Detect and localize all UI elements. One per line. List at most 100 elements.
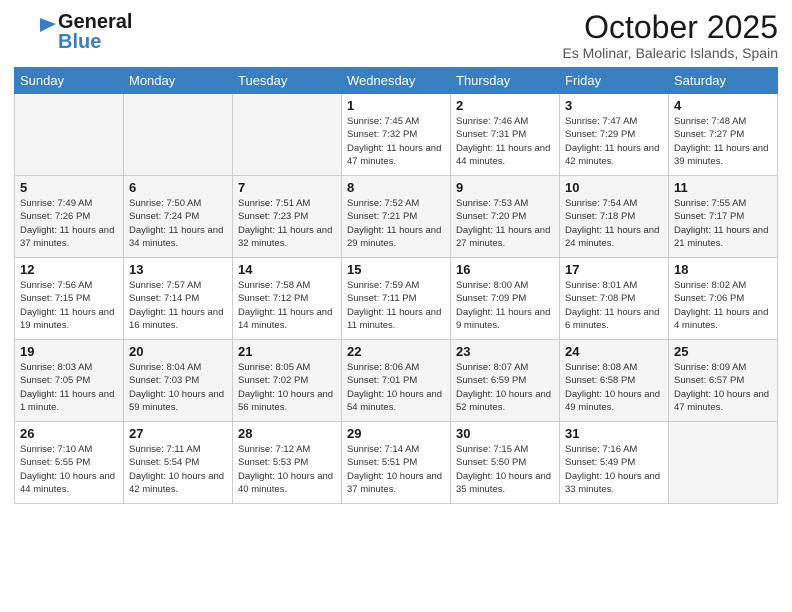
day-info: Sunrise: 8:02 AM Sunset: 7:06 PM Dayligh… [674, 279, 772, 332]
day-info: Sunrise: 8:07 AM Sunset: 6:59 PM Dayligh… [456, 361, 554, 414]
day-number: 2 [456, 98, 554, 113]
calendar-week-row: 12 Sunrise: 7:56 AM Sunset: 7:15 PM Dayli… [15, 258, 778, 340]
day-info: Sunrise: 8:08 AM Sunset: 6:58 PM Dayligh… [565, 361, 663, 414]
day-number: 31 [565, 426, 663, 441]
table-row: 2 Sunrise: 7:46 AM Sunset: 7:31 PM Daylig… [451, 94, 560, 176]
day-info: Sunrise: 7:54 AM Sunset: 7:18 PM Dayligh… [565, 197, 663, 250]
day-number: 18 [674, 262, 772, 277]
day-number: 17 [565, 262, 663, 277]
table-row: 12 Sunrise: 7:56 AM Sunset: 7:15 PM Dayli… [15, 258, 124, 340]
table-row: 25 Sunrise: 8:09 AM Sunset: 6:57 PM Dayli… [669, 340, 778, 422]
logo-general-text: General [58, 12, 132, 32]
day-number: 12 [20, 262, 118, 277]
calendar-week-row: 5 Sunrise: 7:49 AM Sunset: 7:26 PM Daylig… [15, 176, 778, 258]
th-friday: Friday [560, 68, 669, 94]
table-row [15, 94, 124, 176]
day-number: 24 [565, 344, 663, 359]
day-info: Sunrise: 7:47 AM Sunset: 7:29 PM Dayligh… [565, 115, 663, 168]
table-row: 24 Sunrise: 8:08 AM Sunset: 6:58 PM Dayli… [560, 340, 669, 422]
logo: General Blue [14, 10, 132, 54]
th-monday: Monday [124, 68, 233, 94]
calendar-week-row: 19 Sunrise: 8:03 AM Sunset: 7:05 PM Dayli… [15, 340, 778, 422]
day-info: Sunrise: 7:45 AM Sunset: 7:32 PM Dayligh… [347, 115, 445, 168]
th-saturday: Saturday [669, 68, 778, 94]
day-number: 19 [20, 344, 118, 359]
calendar-table: Sunday Monday Tuesday Wednesday Thursday… [14, 67, 778, 504]
th-thursday: Thursday [451, 68, 560, 94]
day-number: 5 [20, 180, 118, 195]
table-row: 26 Sunrise: 7:10 AM Sunset: 5:55 PM Dayli… [15, 422, 124, 504]
table-row: 14 Sunrise: 7:58 AM Sunset: 7:12 PM Dayli… [233, 258, 342, 340]
day-info: Sunrise: 8:00 AM Sunset: 7:09 PM Dayligh… [456, 279, 554, 332]
day-number: 13 [129, 262, 227, 277]
day-number: 9 [456, 180, 554, 195]
day-number: 7 [238, 180, 336, 195]
table-row [233, 94, 342, 176]
day-number: 22 [347, 344, 445, 359]
table-row: 8Sunrise: 7:52 AM Sunset: 7:21 PM Daylig… [342, 176, 451, 258]
day-info: Sunrise: 7:53 AM Sunset: 7:20 PM Dayligh… [456, 197, 554, 250]
table-row [124, 94, 233, 176]
table-row: 11 Sunrise: 7:55 AM Sunset: 7:17 PM Dayli… [669, 176, 778, 258]
day-number: 25 [674, 344, 772, 359]
table-row: 5 Sunrise: 7:49 AM Sunset: 7:26 PM Daylig… [15, 176, 124, 258]
day-number: 15 [347, 262, 445, 277]
table-row: 29Sunrise: 7:14 AM Sunset: 5:51 PM Dayli… [342, 422, 451, 504]
day-info: Sunrise: 8:05 AM Sunset: 7:02 PM Dayligh… [238, 361, 336, 414]
table-row: 10 Sunrise: 7:54 AM Sunset: 7:18 PM Dayli… [560, 176, 669, 258]
location-title: Es Molinar, Balearic Islands, Spain [562, 45, 778, 61]
table-row: 3 Sunrise: 7:47 AM Sunset: 7:29 PM Daylig… [560, 94, 669, 176]
day-info: Sunrise: 7:15 AM Sunset: 5:50 PM Dayligh… [456, 443, 554, 496]
table-row: 21Sunrise: 8:05 AM Sunset: 7:02 PM Dayli… [233, 340, 342, 422]
day-info: Sunrise: 8:03 AM Sunset: 7:05 PM Dayligh… [20, 361, 118, 414]
day-number: 28 [238, 426, 336, 441]
th-wednesday: Wednesday [342, 68, 451, 94]
table-row: 18 Sunrise: 8:02 AM Sunset: 7:06 PM Dayli… [669, 258, 778, 340]
calendar-header-row: Sunday Monday Tuesday Wednesday Thursday… [15, 68, 778, 94]
table-row: 15Sunrise: 7:59 AM Sunset: 7:11 PM Dayli… [342, 258, 451, 340]
day-number: 10 [565, 180, 663, 195]
day-number: 1 [347, 98, 445, 113]
table-row: 23 Sunrise: 8:07 AM Sunset: 6:59 PM Dayli… [451, 340, 560, 422]
day-info: Sunrise: 7:10 AM Sunset: 5:55 PM Dayligh… [20, 443, 118, 496]
day-info: Sunrise: 8:09 AM Sunset: 6:57 PM Dayligh… [674, 361, 772, 414]
day-info: Sunrise: 8:04 AM Sunset: 7:03 PM Dayligh… [129, 361, 227, 414]
day-info: Sunrise: 7:56 AM Sunset: 7:15 PM Dayligh… [20, 279, 118, 332]
calendar-week-row: 1 Sunrise: 7:45 AM Sunset: 7:32 PM Daylig… [15, 94, 778, 176]
day-number: 3 [565, 98, 663, 113]
day-info: Sunrise: 7:16 AM Sunset: 5:49 PM Dayligh… [565, 443, 663, 496]
th-sunday: Sunday [15, 68, 124, 94]
day-info: Sunrise: 7:55 AM Sunset: 7:17 PM Dayligh… [674, 197, 772, 250]
day-info: Sunrise: 7:48 AM Sunset: 7:27 PM Dayligh… [674, 115, 772, 168]
day-info: Sunrise: 7:12 AM Sunset: 5:53 PM Dayligh… [238, 443, 336, 496]
day-info: Sunrise: 7:57 AM Sunset: 7:14 PM Dayligh… [129, 279, 227, 332]
table-row: 1 Sunrise: 7:45 AM Sunset: 7:32 PM Daylig… [342, 94, 451, 176]
day-number: 26 [20, 426, 118, 441]
day-info: Sunrise: 7:58 AM Sunset: 7:12 PM Dayligh… [238, 279, 336, 332]
day-number: 14 [238, 262, 336, 277]
day-number: 29 [347, 426, 445, 441]
day-number: 4 [674, 98, 772, 113]
day-number: 23 [456, 344, 554, 359]
table-row: 6Sunrise: 7:50 AM Sunset: 7:24 PM Daylig… [124, 176, 233, 258]
day-info: Sunrise: 7:52 AM Sunset: 7:21 PM Dayligh… [347, 197, 445, 250]
table-row: 16 Sunrise: 8:00 AM Sunset: 7:09 PM Dayli… [451, 258, 560, 340]
day-info: Sunrise: 7:46 AM Sunset: 7:31 PM Dayligh… [456, 115, 554, 168]
logo-label: General Blue [58, 12, 132, 52]
day-number: 16 [456, 262, 554, 277]
table-row: 22Sunrise: 8:06 AM Sunset: 7:01 PM Dayli… [342, 340, 451, 422]
day-info: Sunrise: 7:51 AM Sunset: 7:23 PM Dayligh… [238, 197, 336, 250]
day-number: 30 [456, 426, 554, 441]
day-number: 6 [129, 180, 227, 195]
table-row: 4 Sunrise: 7:48 AM Sunset: 7:27 PM Daylig… [669, 94, 778, 176]
logo-icon [14, 10, 58, 54]
header: General Blue October 2025 Es Molinar, Ba… [14, 10, 778, 61]
table-row: 20 Sunrise: 8:04 AM Sunset: 7:03 PM Dayli… [124, 340, 233, 422]
day-number: 11 [674, 180, 772, 195]
table-row: 27Sunrise: 7:11 AM Sunset: 5:54 PM Dayli… [124, 422, 233, 504]
day-info: Sunrise: 7:49 AM Sunset: 7:26 PM Dayligh… [20, 197, 118, 250]
th-tuesday: Tuesday [233, 68, 342, 94]
table-row: 17Sunrise: 8:01 AM Sunset: 7:08 PM Dayli… [560, 258, 669, 340]
table-row: 9 Sunrise: 7:53 AM Sunset: 7:20 PM Daylig… [451, 176, 560, 258]
day-number: 20 [129, 344, 227, 359]
